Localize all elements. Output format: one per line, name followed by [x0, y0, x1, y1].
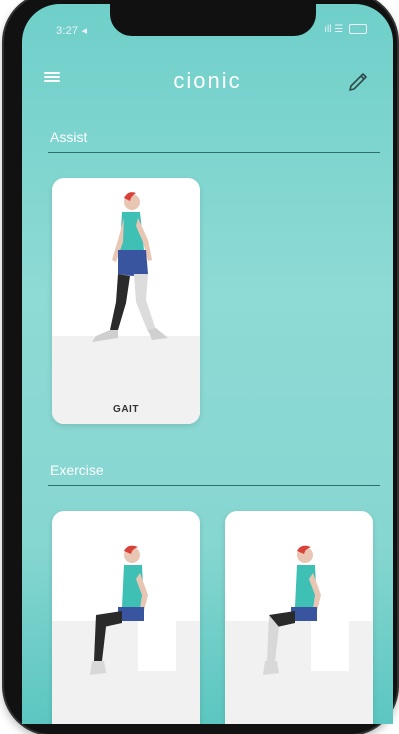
section-divider [48, 152, 380, 153]
status-icons: ıll ☰ [324, 24, 367, 35]
section-title-exercise: Exercise [50, 462, 104, 478]
card-label-gait: GAIT [113, 404, 139, 415]
battery-icon [349, 24, 367, 35]
phone-frame: 3:27 ◂ ıll ☰ cionic Assist GAIT Exercise [4, 0, 397, 734]
exercise-card-1[interactable] [52, 511, 200, 724]
signal-wifi-icons: ıll ☰ [324, 24, 344, 35]
exercise-card-2[interactable] [225, 511, 373, 724]
section-title-assist: Assist [50, 129, 88, 145]
gait-card[interactable]: GAIT [52, 178, 200, 424]
cionic-logo: cionic [173, 68, 242, 93]
seated-figure-illustration [90, 545, 176, 675]
app-screen: 3:27 ◂ ıll ☰ cionic Assist GAIT Exercise [22, 4, 393, 724]
notch [110, 4, 316, 36]
status-time: 3:27 ◂ [56, 25, 88, 37]
seated-figure-illustration [263, 545, 349, 675]
section-divider [48, 485, 380, 486]
edit-pencil-icon[interactable] [345, 66, 371, 92]
walking-figure-illustration [92, 192, 168, 342]
